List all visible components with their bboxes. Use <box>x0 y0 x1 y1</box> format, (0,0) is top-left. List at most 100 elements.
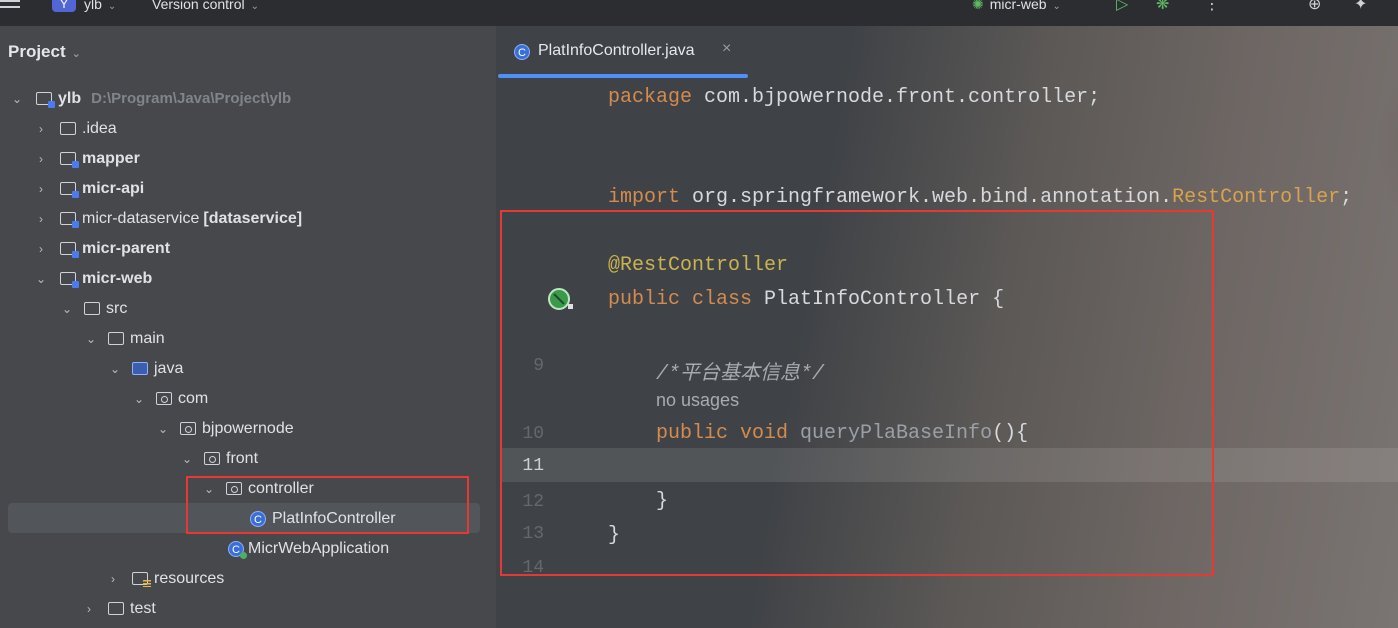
tree-item-com[interactable]: ⌄ com <box>0 384 496 414</box>
package-icon <box>226 482 242 495</box>
close-icon[interactable]: × <box>722 40 731 58</box>
module-suffix: [dataservice] <box>203 210 303 227</box>
keyword: import <box>608 186 681 209</box>
package-icon <box>180 422 196 435</box>
code-line-package[interactable]: package com.bjpowernode.front.controller… <box>608 86 1100 109</box>
class-name: PlatInfoController { <box>752 288 1005 311</box>
main-toolbar: Y ylb ⌄ Version control ⌄ ✺ micr-web ⌄ ▷ ❋ ⋮… <box>0 0 1398 27</box>
run-config-name: micr-web <box>989 0 1047 12</box>
tree-item-label: main <box>130 330 165 347</box>
current-line-highlight <box>500 448 1398 482</box>
tree-item-label: PlatInfoController <box>272 510 396 527</box>
chevron-down-icon: ⌄ <box>71 48 81 60</box>
folder-icon <box>108 602 124 615</box>
tree-item-platinfocontroller[interactable]: C PlatInfoController <box>0 504 496 534</box>
tree-item-label: ylb D:\Program\Java\Project\ylb <box>58 84 291 114</box>
chevron-down-icon[interactable]: ⌄ <box>108 354 122 384</box>
chevron-right-icon[interactable]: › <box>34 204 48 234</box>
chevron-down-icon: ⌄ <box>1052 1 1061 12</box>
tree-item-idea[interactable]: › .idea <box>0 114 496 144</box>
tree-item-micrwebapplication[interactable]: C MicrWebApplication <box>0 534 496 564</box>
code-line-import[interactable]: import org.springframework.web.bind.anno… <box>608 186 1352 209</box>
resources-folder-icon <box>132 572 151 587</box>
package-name: com.bjpowernode.front.controller; <box>692 86 1101 109</box>
import-class: RestController <box>1172 186 1341 209</box>
code-line-close-class[interactable]: } <box>608 524 620 547</box>
module-folder-icon <box>60 182 79 198</box>
tree-item-src[interactable]: ⌄ src <box>0 294 496 324</box>
editor-pane: C PlatInfoController.java × 9 10 11 12 1… <box>496 26 1398 628</box>
semicolon: ; <box>1340 186 1353 209</box>
chevron-down-icon[interactable]: ⌄ <box>60 294 74 324</box>
tree-item-ylb[interactable]: ⌄ ylb D:\Program\Java\Project\ylb <box>0 84 496 114</box>
project-badge[interactable]: Y <box>52 0 76 12</box>
chevron-down-icon[interactable]: ⌄ <box>180 444 194 474</box>
debug-icon[interactable]: ❋ <box>1156 0 1169 14</box>
tree-item-label: controller <box>248 480 314 497</box>
tree-item-label: MicrWebApplication <box>248 540 390 557</box>
line-number: 13 <box>522 524 544 544</box>
project-panel-header[interactable]: Project ⌄ <box>8 42 81 62</box>
chevron-down-icon: ⌄ <box>107 1 117 12</box>
tree-item-label-text: ylb <box>58 90 82 107</box>
tree-item-label: test <box>130 600 156 617</box>
run-icon[interactable]: ▷ <box>1116 0 1128 14</box>
vcs-label: Version control <box>152 0 245 12</box>
keyword: public class <box>608 288 753 311</box>
chevron-down-icon[interactable]: ⌄ <box>202 474 216 504</box>
chevron-down-icon[interactable]: ⌄ <box>34 264 48 294</box>
line-number-current: 11 <box>522 456 544 476</box>
chevron-right-icon[interactable]: › <box>34 114 48 144</box>
chevron-down-icon[interactable]: ⌄ <box>132 384 146 414</box>
tree-item-resources[interactable]: › resources <box>0 564 496 594</box>
tree-item-label: micr-web <box>82 270 153 287</box>
tree-item-micr-api[interactable]: › micr-api <box>0 174 496 204</box>
tree-item-main[interactable]: ⌄ main <box>0 324 496 354</box>
tree-item-bjpowernode[interactable]: ⌄ bjpowernode <box>0 414 496 444</box>
chevron-right-icon[interactable]: › <box>82 594 96 624</box>
translate-icon[interactable]: ✦ <box>1354 0 1367 14</box>
active-tab-indicator <box>498 74 748 78</box>
gutter-menu-indicator-icon <box>568 304 573 309</box>
more-actions-icon[interactable]: ⋮ <box>1204 0 1220 14</box>
tree-item-mapper[interactable]: › mapper <box>0 144 496 174</box>
tree-item-micr-dataservice[interactable]: › micr-dataservice [dataservice] <box>0 204 496 234</box>
chevron-down-icon: ⌄ <box>250 1 259 12</box>
vcs-menu[interactable]: Version control ⌄ <box>152 0 259 12</box>
chevron-right-icon[interactable]: › <box>34 234 48 264</box>
chevron-down-icon[interactable]: ⌄ <box>156 414 170 444</box>
tree-item-test[interactable]: › test <box>0 594 496 624</box>
tree-item-label: java <box>154 360 184 377</box>
code-line-comment[interactable]: /*平台基本信息*/ <box>656 356 824 386</box>
code-line-annotation[interactable]: @RestController <box>608 254 788 277</box>
project-path: D:\Program\Java\Project\ylb <box>91 90 292 107</box>
chevron-down-icon[interactable]: ⌄ <box>84 324 98 354</box>
tab-platinfocontroller[interactable]: C PlatInfoController.java × <box>498 26 748 78</box>
main-menu-icon[interactable] <box>0 0 20 12</box>
import-path: org.springframework.web.bind.annotation. <box>680 186 1173 209</box>
tree-item-micr-parent[interactable]: › micr-parent <box>0 234 496 264</box>
chevron-right-icon[interactable]: › <box>106 564 120 594</box>
java-class-icon: C <box>514 44 530 60</box>
code-line-class-decl[interactable]: public class PlatInfoController { <box>608 288 1004 311</box>
tree-item-micr-web[interactable]: ⌄ micr-web <box>0 264 496 294</box>
bean-not-found-icon[interactable] <box>548 288 570 310</box>
folder-icon <box>84 302 100 315</box>
code-line-close-method[interactable]: } <box>656 490 668 513</box>
tree-item-controller[interactable]: ⌄ controller <box>0 474 496 504</box>
project-switcher[interactable]: ylb ⌄ <box>84 0 116 12</box>
module-folder-icon <box>60 242 79 258</box>
run-config-selector[interactable]: ✺ micr-web ⌄ <box>972 0 1061 12</box>
run-config-icon: ✺ <box>972 0 984 12</box>
method-name: queryPlaBaseInfo <box>788 422 993 445</box>
tree-item-label: com <box>178 390 209 407</box>
tree-item-label: micr-parent <box>82 240 171 257</box>
chevron-right-icon[interactable]: › <box>34 174 48 204</box>
code-line-method-decl[interactable]: public void queryPlaBaseInfo(){ <box>656 422 1028 445</box>
chevron-down-icon[interactable]: ⌄ <box>10 84 24 114</box>
usage-hint[interactable]: no usages <box>656 390 739 411</box>
add-profile-icon[interactable]: ⊕ <box>1308 0 1321 14</box>
tree-item-front[interactable]: ⌄ front <box>0 444 496 474</box>
tree-item-java[interactable]: ⌄ java <box>0 354 496 384</box>
chevron-right-icon[interactable]: › <box>34 144 48 174</box>
